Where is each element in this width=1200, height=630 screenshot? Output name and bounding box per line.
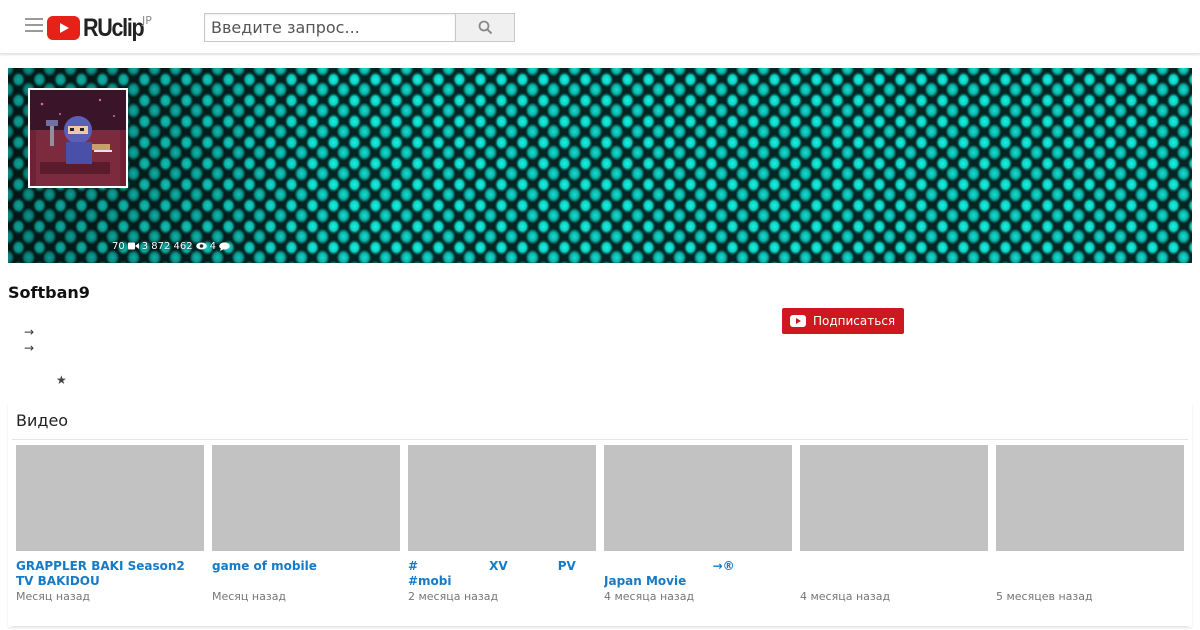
video-title[interactable] [800, 559, 988, 589]
video-date: Месяц назад [212, 590, 287, 603]
avatar[interactable] [28, 88, 128, 188]
search-icon [478, 20, 492, 35]
channel-name: Softban9 [8, 283, 90, 302]
video-title[interactable]: →® Japan Movie [604, 559, 792, 589]
video-thumbnail[interactable] [16, 445, 204, 551]
logo-text: RUclip [83, 13, 145, 42]
video-thumbnail[interactable] [408, 445, 596, 551]
top-header: RUclip JP [0, 0, 1200, 54]
video-date: 4 месяца назад [604, 590, 695, 603]
eye-icon [195, 242, 207, 250]
video-title[interactable]: game of mobile [212, 559, 400, 589]
video-thumbnail[interactable] [212, 445, 400, 551]
play-icon [47, 16, 80, 40]
video-camera-icon [127, 242, 139, 250]
videos-section: Видео GRAPPLER BAKI Season2 TV BAKIDOU М… [8, 403, 1192, 627]
video-date: 2 месяца назад [408, 590, 499, 603]
comment-icon [219, 241, 230, 251]
video-card[interactable]: 5 месяцев назад [996, 445, 1184, 603]
video-date: 4 месяца назад [800, 590, 891, 603]
channel-stats: 70 3 872 462 4 [112, 239, 230, 253]
video-date: 5 месяцев назад [996, 590, 1093, 603]
region-label: JP [142, 14, 152, 27]
star-icon: ★ [56, 373, 67, 387]
videos-heading: Видео [16, 411, 69, 430]
divider [12, 439, 1188, 440]
hamburger-icon[interactable] [25, 18, 43, 32]
subscribe-button[interactable]: Подписаться [782, 308, 904, 334]
video-date: Месяц назад [16, 590, 91, 603]
video-card[interactable]: →® Japan Movie 4 месяца назад [604, 445, 792, 603]
video-thumbnail[interactable] [800, 445, 988, 551]
video-thumbnail[interactable] [996, 445, 1184, 551]
search-bar [204, 13, 515, 42]
avatar-image [30, 90, 126, 186]
video-card[interactable]: game of mobile Месяц назад [212, 445, 400, 603]
youtube-icon [790, 315, 806, 327]
video-card[interactable]: 4 месяца назад [800, 445, 988, 603]
search-button[interactable] [455, 13, 515, 42]
site-logo[interactable]: RUclip [47, 13, 153, 43]
video-thumbnail[interactable] [604, 445, 792, 551]
divider [12, 626, 1188, 627]
channel-link-1[interactable]: → [24, 325, 34, 339]
channel-link-2[interactable]: → [24, 341, 34, 355]
video-count: 70 [112, 240, 125, 252]
search-input[interactable] [204, 13, 455, 42]
video-title[interactable]: GRAPPLER BAKI Season2 TV BAKIDOU [16, 559, 204, 589]
video-title[interactable] [996, 559, 1184, 589]
video-title[interactable]: # XV PV #mobi [408, 559, 596, 589]
video-card[interactable]: # XV PV #mobi 2 месяца назад [408, 445, 596, 603]
video-card[interactable]: GRAPPLER BAKI Season2 TV BAKIDOU Месяц н… [16, 445, 204, 603]
channel-banner: 70 3 872 462 4 [8, 68, 1192, 263]
comment-count: 4 [209, 240, 217, 252]
subscribe-label: Подписаться [813, 314, 896, 328]
view-count: 3 872 462 [141, 240, 193, 252]
